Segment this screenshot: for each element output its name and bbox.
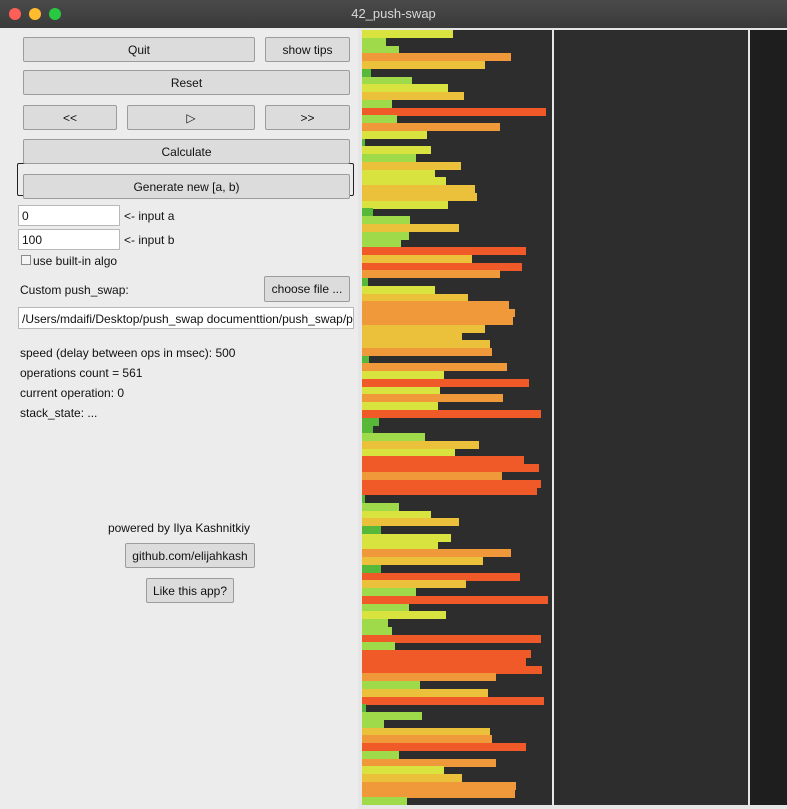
stack-a-bar: [362, 200, 448, 209]
like-app-label: Like this app?: [152, 583, 228, 598]
stack-a-bar: [362, 409, 541, 418]
side-scroll-area: [750, 30, 787, 805]
title-bar: 42_push-swap: [0, 0, 787, 29]
stack-a-bar: [362, 270, 500, 279]
github-link-label: github.com/elijahkash: [132, 548, 248, 563]
stack-b-view: [554, 30, 748, 805]
input-b-field[interactable]: 100: [18, 229, 120, 250]
stack-a-bar: [362, 487, 537, 496]
reset-button[interactable]: Reset: [23, 70, 350, 95]
step-forward-button[interactable]: >>: [265, 105, 350, 130]
stack-state-text: stack_state: ...: [20, 406, 98, 420]
generate-label: Generate new [a, b): [133, 179, 240, 194]
visualizer-area: [358, 28, 787, 809]
generate-button[interactable]: Generate new [a, b): [23, 174, 350, 199]
step-forward-label: >>: [300, 110, 315, 125]
input-a-field[interactable]: 0: [18, 205, 120, 226]
step-back-button[interactable]: <<: [23, 105, 117, 130]
stack-a-bar: [362, 696, 545, 705]
input-b-label: <- input b: [124, 233, 175, 247]
control-panel: Quit show tips Reset << ▷ >> Calculate G…: [0, 28, 358, 809]
powered-by-text: powered by Ilya Kashnitkiy: [107, 521, 251, 535]
speed-text: speed (delay between ops in msec): 500: [20, 346, 236, 360]
github-link-button[interactable]: github.com/elijahkash: [125, 543, 255, 568]
operations-count-text: operations count = 561: [20, 366, 143, 380]
window-title: 42_push-swap: [351, 6, 436, 21]
play-button[interactable]: ▷: [127, 105, 255, 130]
custom-push-swap-label: Custom push_swap:: [20, 283, 129, 297]
like-app-button[interactable]: Like this app?: [146, 578, 234, 603]
stack-a-bar: [362, 130, 428, 139]
current-operation-text: current operation: 0: [20, 386, 125, 400]
push-swap-path-field[interactable]: /Users/mdaifi/Desktop/push_swap document…: [18, 307, 354, 329]
choose-file-button[interactable]: choose file ...: [264, 276, 350, 302]
show-tips-label: show tips: [282, 42, 333, 57]
calculate-label: Calculate: [161, 144, 212, 159]
play-icon: ▷: [186, 110, 196, 125]
reset-label: Reset: [170, 75, 203, 90]
quit-button[interactable]: Quit: [23, 37, 255, 62]
quit-label: Quit: [127, 42, 150, 57]
input-a-label: <- input a: [124, 209, 175, 223]
stack-a-bar: [362, 347, 493, 356]
stack-a-bar: [362, 61, 485, 70]
builtin-algo-label: use built-in algo: [33, 254, 118, 268]
builtin-algo-checkbox[interactable]: [21, 255, 31, 265]
choose-file-label: choose file ...: [271, 282, 343, 296]
stack-a-view: [362, 30, 552, 805]
show-tips-button[interactable]: show tips: [265, 37, 350, 62]
stack-a-bar: [362, 797, 407, 805]
step-back-label: <<: [62, 110, 77, 125]
calculate-button[interactable]: Calculate: [23, 139, 350, 164]
